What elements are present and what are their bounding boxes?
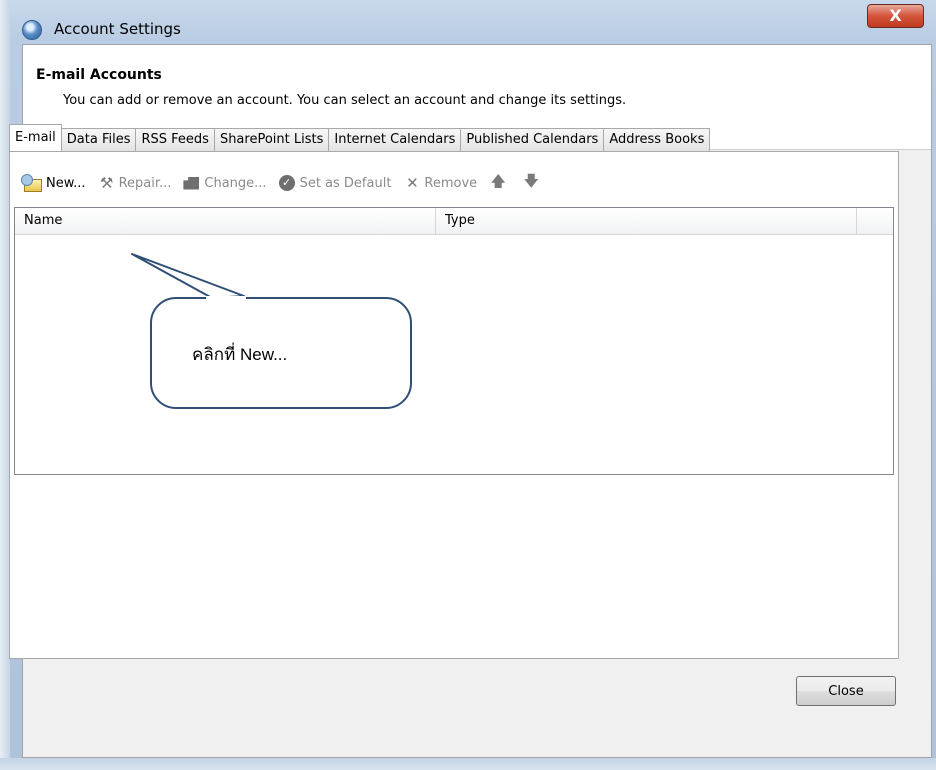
- account-toolbar: New... ⚒ Repair... Change... ✓ Set as De…: [21, 171, 555, 196]
- header-title: E-mail Accounts: [36, 67, 162, 83]
- tab-address-books[interactable]: Address Books: [604, 128, 711, 151]
- remove-button-label: Remove: [424, 175, 478, 191]
- tab-strip: E-mail Data Files RSS Feeds SharePoint L…: [9, 124, 711, 151]
- arrow-down-icon: 🡇: [523, 171, 539, 190]
- email-tab-panel: New... ⚒ Repair... Change... ✓ Set as De…: [9, 151, 899, 659]
- outlook-globe-icon: [22, 20, 42, 40]
- move-up-button[interactable]: 🡅: [489, 171, 510, 196]
- remove-x-icon: ✕: [406, 174, 419, 192]
- repair-button-label: Repair...: [118, 175, 172, 191]
- tab-email[interactable]: E-mail: [9, 124, 62, 151]
- header-subtitle: You can add or remove an account. You ca…: [63, 93, 627, 108]
- remove-button[interactable]: ✕ Remove: [403, 174, 477, 192]
- window-title: Account Settings: [54, 20, 181, 38]
- new-mail-icon: [21, 173, 42, 192]
- checkmark-icon: ✓: [278, 175, 295, 191]
- tab-sharepoint-lists[interactable]: SharePoint Lists: [214, 128, 330, 151]
- change-icon: [183, 176, 200, 190]
- tab-internet-calendars[interactable]: Internet Calendars: [329, 128, 462, 151]
- column-header-name[interactable]: Name: [15, 208, 436, 234]
- change-button-label: Change...: [204, 175, 267, 191]
- column-header-type[interactable]: Type: [436, 208, 857, 234]
- window-close-button[interactable]: X: [867, 4, 924, 28]
- window-bottom-edge: [0, 758, 936, 770]
- change-button[interactable]: Change...: [183, 175, 267, 191]
- tab-rss-feeds[interactable]: RSS Feeds: [136, 128, 215, 151]
- new-button-label: New...: [46, 175, 86, 191]
- title-bar[interactable]: Account Settings X: [0, 0, 936, 44]
- callout-text: คลิกที่ New...: [192, 345, 288, 364]
- list-header: Name Type: [15, 208, 893, 235]
- new-button[interactable]: New...: [21, 173, 86, 192]
- move-down-button[interactable]: 🡇: [522, 171, 543, 196]
- arrow-up-icon: 🡅: [490, 171, 506, 190]
- tab-published-calendars[interactable]: Published Calendars: [461, 128, 605, 151]
- set-as-default-button[interactable]: ✓ Set as Default: [278, 175, 392, 191]
- set-as-default-label: Set as Default: [299, 175, 392, 191]
- account-list[interactable]: Name Type: [14, 207, 894, 475]
- repair-tools-icon: ⚒: [99, 174, 114, 192]
- repair-button[interactable]: ⚒ Repair...: [98, 174, 172, 192]
- instruction-callout: คลิกที่ New...: [150, 297, 412, 409]
- close-button[interactable]: Close: [796, 676, 896, 706]
- tab-data-files[interactable]: Data Files: [61, 128, 137, 151]
